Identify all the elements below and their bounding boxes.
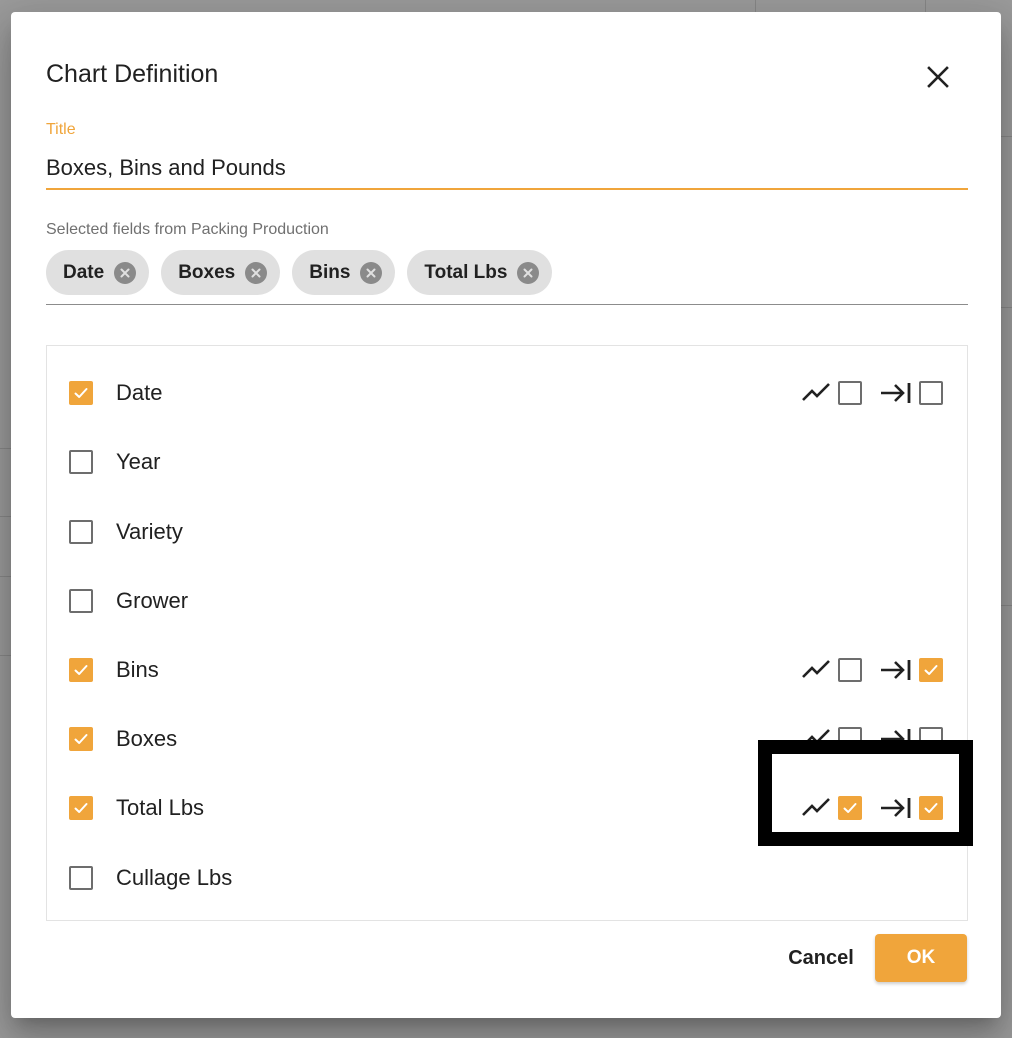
field-label: Date (116, 380, 163, 405)
ok-button[interactable]: OK (875, 934, 967, 982)
field-label: Total Lbs (116, 795, 205, 820)
cancel-circle-icon[interactable] (245, 261, 268, 284)
chip-label: Boxes (178, 261, 236, 283)
field-label: Year (116, 449, 161, 474)
close-icon (927, 66, 949, 88)
title-field-label: Title (46, 121, 76, 138)
chip-label: Total Lbs (424, 261, 508, 283)
field-row: Year (47, 437, 967, 487)
field-row: Cullage Lbs (47, 853, 967, 903)
field-label: Bins (116, 657, 159, 682)
chart-definition-dialog: Chart Definition Title Selected fields f… (11, 12, 1001, 1018)
highlight-annotation-box (758, 740, 973, 846)
field-checkbox[interactable] (69, 866, 93, 890)
field-label: Grower (116, 588, 189, 613)
chip-label: Date (63, 261, 105, 283)
cancel-circle-icon[interactable] (517, 261, 540, 284)
field-label: Variety (116, 519, 183, 544)
title-input[interactable] (46, 148, 968, 190)
field-row: Variety (47, 507, 967, 557)
line-chart-checkbox[interactable] (838, 658, 862, 682)
field-checkbox[interactable] (69, 727, 93, 751)
field-chip: Boxes (161, 250, 281, 295)
field-checkbox[interactable] (69, 658, 93, 682)
line-chart-checkbox[interactable] (838, 381, 862, 405)
cancel-circle-icon[interactable] (114, 261, 137, 284)
show-chart-icon (801, 657, 831, 688)
selected-fields-label: Selected fields from Packing Production (46, 221, 329, 238)
axis-checkbox[interactable] (919, 658, 943, 682)
last-page-arrow-icon (879, 380, 913, 411)
cancel-button[interactable]: Cancel (777, 934, 865, 982)
field-chip: Date (46, 250, 150, 295)
field-chip: Total Lbs (407, 250, 553, 295)
close-button[interactable] (921, 60, 955, 94)
field-checkbox[interactable] (69, 520, 93, 544)
field-checkbox[interactable] (69, 796, 93, 820)
axis-checkbox[interactable] (919, 381, 943, 405)
last-page-arrow-icon (879, 657, 913, 688)
selected-fields-chip-list: Date Boxes Bins Total Lbs (46, 250, 968, 305)
field-row: Date (47, 368, 967, 418)
cancel-circle-icon[interactable] (360, 261, 383, 284)
chip-label: Bins (309, 261, 351, 283)
field-checkbox[interactable] (69, 589, 93, 613)
field-label: Boxes (116, 726, 178, 751)
field-chip: Bins (292, 250, 396, 295)
field-row: Grower (47, 576, 967, 626)
field-row: Bins (47, 645, 967, 695)
field-checkbox[interactable] (69, 450, 93, 474)
field-checkbox[interactable] (69, 381, 93, 405)
field-label: Cullage Lbs (116, 865, 233, 890)
show-chart-icon (801, 380, 831, 411)
dialog-title: Chart Definition (46, 60, 219, 88)
